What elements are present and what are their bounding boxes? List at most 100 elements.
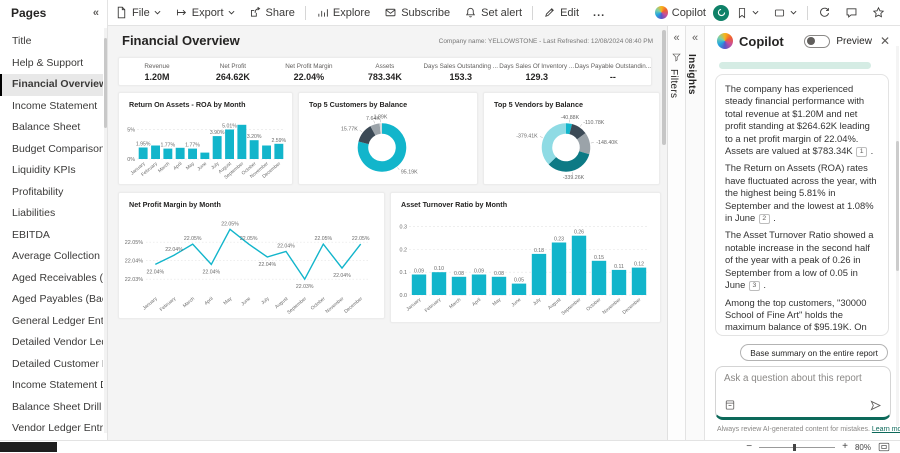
svg-text:1.77%: 1.77% xyxy=(185,143,200,149)
atr-bar-chart[interactable]: 0.0 0.1 0.2 0.3 0.09 January 0.10 February 0.08 M… xyxy=(391,210,660,320)
svg-text:February: February xyxy=(424,297,443,314)
copilot-preview-toggle[interactable] xyxy=(804,34,831,48)
refresh-button[interactable] xyxy=(811,0,838,26)
bookmarks-button[interactable] xyxy=(729,0,766,26)
sidebar-item[interactable]: Aged Receivables (Bac... xyxy=(0,268,103,290)
svg-text:3.90%: 3.90% xyxy=(210,130,225,136)
canvas-scrollbar[interactable] xyxy=(662,28,666,438)
sidebar-item[interactable]: General Ledger Entries xyxy=(0,311,103,333)
kpi-value: 129.3 xyxy=(525,71,548,82)
app-avatar[interactable] xyxy=(713,4,729,21)
sidebar-item[interactable]: Income Statement xyxy=(0,96,103,118)
roa-bar-chart[interactable]: 0% 5% 1.95% January February 1.77% March April 1… xyxy=(119,110,292,181)
export-button[interactable]: Export xyxy=(168,0,242,26)
sidebar-item[interactable]: Liquidity KPIs xyxy=(0,160,103,182)
sidebar-item[interactable]: Liabilities xyxy=(0,203,103,225)
expand-insights-icon[interactable]: « xyxy=(686,32,704,44)
svg-text:0.15: 0.15 xyxy=(594,255,604,261)
npm-line-chart[interactable]: 22.03% 22.04% 22.05% 22.04% January 22.04% Feb… xyxy=(119,210,384,316)
view-button[interactable] xyxy=(766,0,804,26)
base-summary-button[interactable]: Base summary on the entire report xyxy=(740,344,888,361)
favorite-button[interactable] xyxy=(865,0,892,26)
svg-text:5%: 5% xyxy=(127,128,135,134)
sidebar-item[interactable]: Profitability xyxy=(0,182,103,204)
kpi-label: Net Profit xyxy=(219,62,247,70)
prompt-guide-icon[interactable] xyxy=(724,399,736,411)
sidebar-item[interactable]: Help & Support xyxy=(0,53,103,75)
sidebar-scrollbar[interactable] xyxy=(104,28,107,433)
pages-header: Pages « xyxy=(0,0,107,26)
sidebar-item[interactable]: Average Collection Per... xyxy=(0,246,103,268)
citation-chip[interactable]: 3 xyxy=(748,281,760,292)
explore-button[interactable]: Explore xyxy=(309,0,377,26)
svg-text:1.95%: 1.95% xyxy=(136,142,151,148)
sidebar-item[interactable]: Balance Sheet xyxy=(0,117,103,139)
sidebar-item[interactable]: Detailed Vendor Ledge... xyxy=(0,332,103,354)
filters-rail-label[interactable]: Filters xyxy=(668,69,679,98)
customers-donut-chart[interactable]: 95.19K 15.77K 7.64K 1.89K xyxy=(299,110,477,181)
close-copilot-icon[interactable]: ✕ xyxy=(878,34,892,48)
svg-text:22.04%: 22.04% xyxy=(165,247,183,253)
set-alert-label: Set alert xyxy=(481,6,523,19)
svg-text:June: June xyxy=(240,296,252,307)
zoom-slider[interactable] xyxy=(759,443,836,451)
svg-text:-40.88K: -40.88K xyxy=(561,115,580,121)
chevron-down-icon xyxy=(790,10,797,15)
comments-button[interactable] xyxy=(838,0,865,26)
citation-chip[interactable]: 1 xyxy=(856,147,868,158)
vendors-donut-chart[interactable]: -40.88K -110.78K -148.40K -339.26K -379.41K xyxy=(484,110,659,181)
kpi-item: Net Profit 264.62K xyxy=(195,62,271,82)
file-button[interactable]: File xyxy=(108,0,168,26)
send-icon[interactable] xyxy=(869,399,882,412)
copilot-paragraph: The Asset Turnover Ratio showed a notabl… xyxy=(725,229,874,292)
subscribe-button[interactable]: Subscribe xyxy=(377,0,457,26)
preview-label: Preview xyxy=(836,35,872,47)
copilot-paragraph: The company has experienced steady finan… xyxy=(725,83,874,158)
svg-text:January: January xyxy=(405,297,422,313)
fit-to-page-icon[interactable] xyxy=(878,442,890,452)
kpi-label: Days Sales Outstanding ... xyxy=(423,62,499,70)
sidebar-item[interactable]: Aged Payables (Back D... xyxy=(0,289,103,311)
subscribe-icon xyxy=(385,8,396,17)
svg-text:0.08: 0.08 xyxy=(494,271,504,277)
zoom-in-button[interactable]: + xyxy=(842,442,848,452)
filter-funnel-icon xyxy=(672,53,681,62)
more-options-button[interactable]: ... xyxy=(586,0,612,26)
sidebar-item[interactable]: Vendor Ledger Entries ... xyxy=(0,418,103,440)
chevron-down-icon xyxy=(228,10,234,15)
kpi-label: Net Profit Margin xyxy=(285,62,333,70)
expand-filters-icon[interactable]: « xyxy=(668,32,685,44)
sidebar-item[interactable]: Balance Sheet Drill Thr... xyxy=(0,397,103,419)
sidebar-item[interactable]: EBITDA xyxy=(0,225,103,247)
citation-chip[interactable]: 2 xyxy=(758,214,770,225)
svg-text:August: August xyxy=(547,297,563,312)
copilot-scrollbar[interactable] xyxy=(896,46,899,426)
report-toolbar: File Export Share Explore Subscribe Set … xyxy=(108,0,900,26)
zoom-out-button[interactable]: − xyxy=(746,442,752,452)
copilot-scrollbar-thumb[interactable] xyxy=(896,141,899,271)
copilot-question-input[interactable] xyxy=(724,373,882,399)
zoom-slider-thumb[interactable] xyxy=(792,443,796,451)
kpi-item: Days Payable Outstandin... -- xyxy=(575,62,651,82)
canvas-scrollbar-thumb[interactable] xyxy=(662,30,666,145)
toolbar-divider xyxy=(304,5,306,20)
set-alert-button[interactable]: Set alert xyxy=(457,0,529,26)
kpi-item: Net Profit Margin 22.04% xyxy=(271,62,347,82)
learn-more-link[interactable]: Learn more xyxy=(872,426,900,433)
copilot-response-card: The company has experienced steady finan… xyxy=(715,74,889,336)
share-button[interactable]: Share xyxy=(242,0,302,26)
sidebar-scrollbar-thumb[interactable] xyxy=(104,38,107,128)
more-icon: ... xyxy=(593,6,606,19)
sidebar-item[interactable]: Income Statement Drill... xyxy=(0,375,103,397)
svg-text:22.03%: 22.03% xyxy=(296,284,314,290)
collapse-pages-icon[interactable]: « xyxy=(93,7,99,19)
edit-button[interactable]: Edit xyxy=(536,0,586,26)
sidebar-item[interactable]: Detailed Customer Led... xyxy=(0,354,103,376)
sidebar-item[interactable]: Financial Overview xyxy=(0,74,103,96)
insights-rail-label[interactable]: Insights xyxy=(686,54,697,95)
sidebar-item[interactable]: Budget Comparison xyxy=(0,139,103,161)
svg-text:November: November xyxy=(324,296,345,315)
svg-text:-110.78K: -110.78K xyxy=(583,120,605,126)
sidebar-item[interactable]: Title xyxy=(0,31,103,53)
copilot-toolbar-button[interactable]: Copilot xyxy=(648,0,713,26)
